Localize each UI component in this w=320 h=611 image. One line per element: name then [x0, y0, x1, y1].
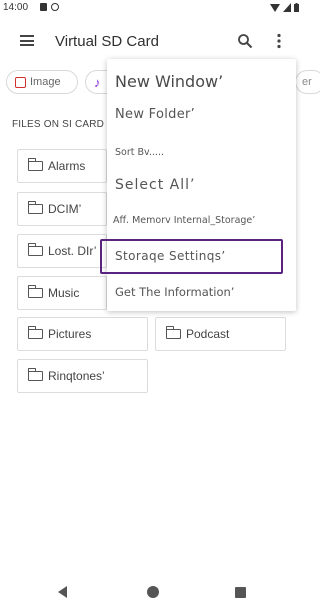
- notification-icon: [40, 3, 47, 11]
- folder-icon: [165, 326, 181, 339]
- folder-label: Pictures: [48, 327, 92, 341]
- folder-label: Lost. DIr’: [48, 244, 97, 258]
- status-left-icons: [40, 3, 59, 11]
- menu-item-get-information[interactable]: Get The Information’: [115, 285, 234, 299]
- folder-ringtones[interactable]: Rinqtones’: [17, 359, 148, 393]
- menu-item-new-folder[interactable]: New Folder’: [115, 107, 195, 122]
- recents-icon[interactable]: [235, 587, 246, 598]
- folder-icon: [27, 368, 43, 381]
- back-icon[interactable]: [58, 586, 67, 598]
- folder-label: Podcast: [186, 327, 230, 341]
- app-title: Virtual SD Card: [55, 33, 159, 50]
- chip-image-label: Image: [30, 76, 61, 88]
- folder-icon: [27, 326, 43, 339]
- nav-bar: [0, 578, 305, 608]
- folder-music[interactable]: Music: [17, 276, 107, 310]
- menu-item-sort-by[interactable]: Sort Bv.....: [115, 147, 164, 158]
- wifi-icon: [270, 4, 280, 12]
- section-label: FILES ON SI CARD: [12, 119, 105, 130]
- chip-image[interactable]: Image: [6, 70, 78, 94]
- folder-icon: [27, 285, 43, 298]
- music-note-icon: ♪: [94, 74, 101, 90]
- folder-label: Rinqtones’: [48, 369, 105, 383]
- folder-label: Alarms: [48, 159, 86, 173]
- folder-icon: [27, 243, 43, 256]
- folder-podcast[interactable]: Podcast: [155, 317, 286, 351]
- menu-item-new-window[interactable]: New Window’: [115, 72, 223, 91]
- image-icon: [15, 76, 26, 88]
- storage-settings-highlight: [100, 239, 283, 274]
- sync-icon: [51, 3, 59, 11]
- folder-dcim[interactable]: DCIM’: [17, 192, 107, 226]
- chip-partial-label: er: [302, 76, 312, 88]
- folder-alarms[interactable]: Alarms: [17, 149, 107, 183]
- folder-icon: [27, 201, 43, 214]
- status-bar: 14:00: [0, 0, 305, 18]
- folder-label: DCIM’: [48, 202, 82, 216]
- folder-icon: [27, 158, 43, 171]
- status-right-icons: [270, 3, 299, 12]
- search-icon[interactable]: [237, 33, 253, 49]
- folder-label: Music: [48, 286, 80, 300]
- menu-item-select-all[interactable]: Select All’: [115, 177, 195, 193]
- battery-icon: [294, 3, 299, 12]
- folder-lost-dir[interactable]: Lost. DIr’: [17, 234, 107, 268]
- signal-icon: [283, 3, 291, 12]
- app-bar: Virtual SD Card: [0, 22, 305, 62]
- status-time: 14:00: [3, 2, 29, 13]
- chip-partial[interactable]: er: [295, 70, 320, 94]
- more-vert-icon[interactable]: [274, 33, 284, 49]
- folder-pictures[interactable]: Pictures: [17, 317, 148, 351]
- home-icon[interactable]: [147, 586, 159, 598]
- menu-item-internal-storage[interactable]: Aff. Memorv Internal_Storage’: [113, 215, 255, 226]
- hamburger-icon[interactable]: [20, 35, 34, 46]
